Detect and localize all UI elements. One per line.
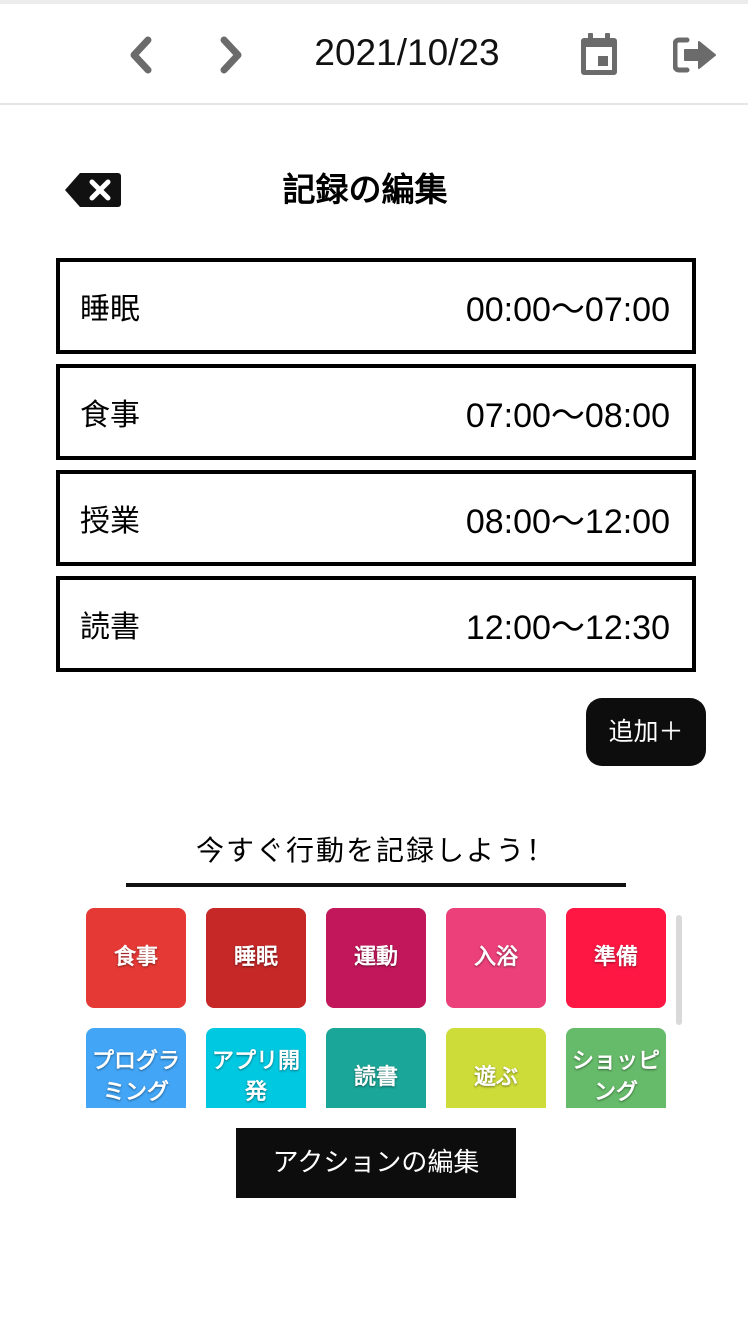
calendar-button[interactable] [576,30,622,78]
record-name: 睡眠 [80,292,140,327]
record-list: 睡眠 00:00〜07:00 食事 07:00〜08:00 授業 08:00〜1… [56,258,696,682]
record-item[interactable]: 読書 12:00〜12:30 [56,576,696,672]
action-tile-exercise[interactable]: 運動 [326,908,426,1008]
action-tile-play[interactable]: 遊ぶ [446,1028,546,1108]
page-title: 記録の編集 [282,170,448,209]
chevron-right-icon [220,36,242,74]
backspace-icon [65,173,121,207]
current-date: 2021/10/23 [314,32,500,73]
chevron-left-icon [130,36,152,74]
action-grid: 食事 睡眠 運動 入浴 準備 プログラミング アプリ開発 読書 遊ぶ ショッピン… [86,908,678,1108]
record-name: 読書 [80,610,140,645]
record-time: 07:00〜08:00 [465,396,670,435]
date-navigation-header: 2021/10/23 [0,4,748,105]
action-tile-sleep[interactable]: 睡眠 [206,908,306,1008]
logout-button[interactable] [670,32,720,78]
next-day-button[interactable] [208,32,254,78]
action-tile-shopping[interactable]: ショッピング [566,1028,666,1108]
action-grid-scroll[interactable]: 食事 睡眠 運動 入浴 準備 プログラミング アプリ開発 読書 遊ぶ ショッピン… [86,908,678,1108]
record-name: 食事 [80,398,140,433]
action-tile-meal[interactable]: 食事 [86,908,186,1008]
record-time: 12:00〜12:30 [465,608,670,647]
heading-underline [126,883,626,887]
previous-day-button[interactable] [118,32,164,78]
record-time: 00:00〜07:00 [465,290,670,329]
action-tile-app-dev[interactable]: アプリ開発 [206,1028,306,1108]
record-item[interactable]: 授業 08:00〜12:00 [56,470,696,566]
quick-record-heading: 今すぐ行動を記録しよう！ [195,834,556,867]
add-record-button[interactable]: 追加＋ [586,698,706,766]
record-item[interactable]: 睡眠 00:00〜07:00 [56,258,696,354]
record-time: 08:00〜12:00 [465,502,670,541]
action-tile-bath[interactable]: 入浴 [446,908,546,1008]
calendar-icon [581,33,617,75]
action-grid-scrollbar[interactable] [676,915,682,1025]
record-item[interactable]: 食事 07:00〜08:00 [56,364,696,460]
edit-actions-button[interactable]: アクションの編集 [236,1128,516,1198]
action-tile-reading[interactable]: 読書 [326,1028,426,1108]
action-tile-programming[interactable]: プログラミング [86,1028,186,1108]
record-name: 授業 [80,504,140,539]
backspace-button[interactable] [64,172,122,208]
action-tile-prepare[interactable]: 準備 [566,908,666,1008]
logout-icon [673,37,716,73]
